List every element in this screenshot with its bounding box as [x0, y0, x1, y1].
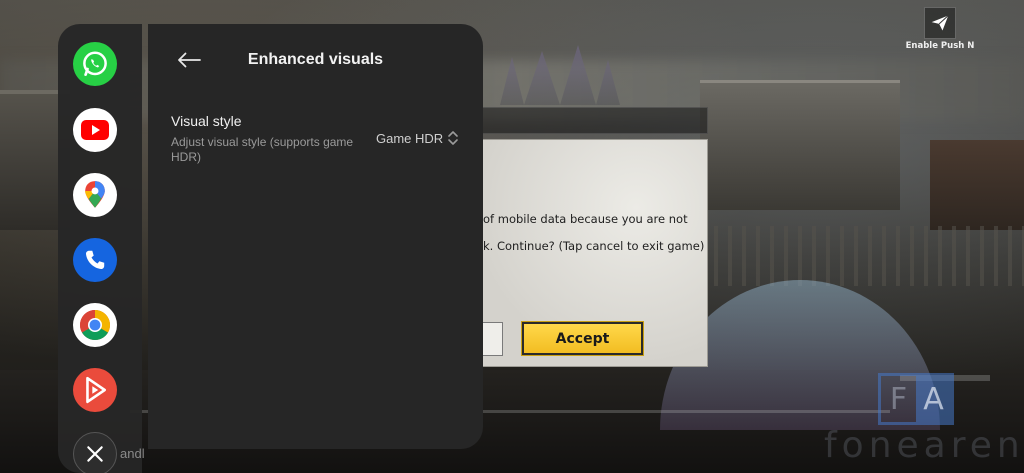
dialog-message: of mobile data because you are not k. Co… — [483, 206, 709, 260]
setting-subtitle: Adjust visual style (supports game HDR) — [171, 135, 354, 164]
enable-push-notification[interactable]: Enable Push N — [905, 7, 975, 57]
phone-icon[interactable] — [73, 238, 117, 282]
panel-title: Enhanced visuals — [247, 51, 384, 68]
visual-style-selector[interactable]: Game HDR — [376, 128, 459, 148]
background-fence — [700, 226, 1024, 286]
dock-partial-label: andl — [120, 446, 145, 461]
push-label: Enable Push N — [905, 41, 975, 51]
dialog-message-line-1: of mobile data because you are not — [483, 212, 688, 226]
watermark-letter-f: F — [889, 381, 908, 417]
watermark-letter-a: A — [916, 376, 951, 422]
setting-title: Visual style — [171, 113, 242, 129]
background-building-right — [700, 80, 900, 210]
chevron-up-down-icon — [448, 131, 458, 145]
background-building-far-right — [930, 140, 1024, 230]
accept-button[interactable]: Accept — [521, 321, 644, 356]
maps-icon[interactable] — [73, 173, 117, 217]
video-player-icon[interactable] — [73, 368, 117, 412]
dialog-message-line-2: k. Continue? (Tap cancel to exit game) — [483, 239, 705, 253]
enhanced-visuals-panel: Enhanced visuals Visual style Adjust vis… — [148, 24, 483, 449]
youtube-icon[interactable] — [73, 108, 117, 152]
chrome-icon[interactable] — [73, 303, 117, 347]
mobile-data-dialog: of mobile data because you are not k. Co… — [470, 139, 708, 367]
watermark-logo: F A — [878, 373, 954, 425]
x-icon[interactable] — [73, 432, 117, 473]
paper-plane-icon[interactable] — [924, 7, 956, 39]
selected-visual-style: Game HDR — [376, 130, 444, 146]
game-dialog-header — [470, 107, 708, 134]
whatsapp-icon[interactable] — [73, 42, 117, 86]
app-dock: andl — [58, 24, 145, 473]
watermark-text: fonearena — [824, 425, 1024, 466]
